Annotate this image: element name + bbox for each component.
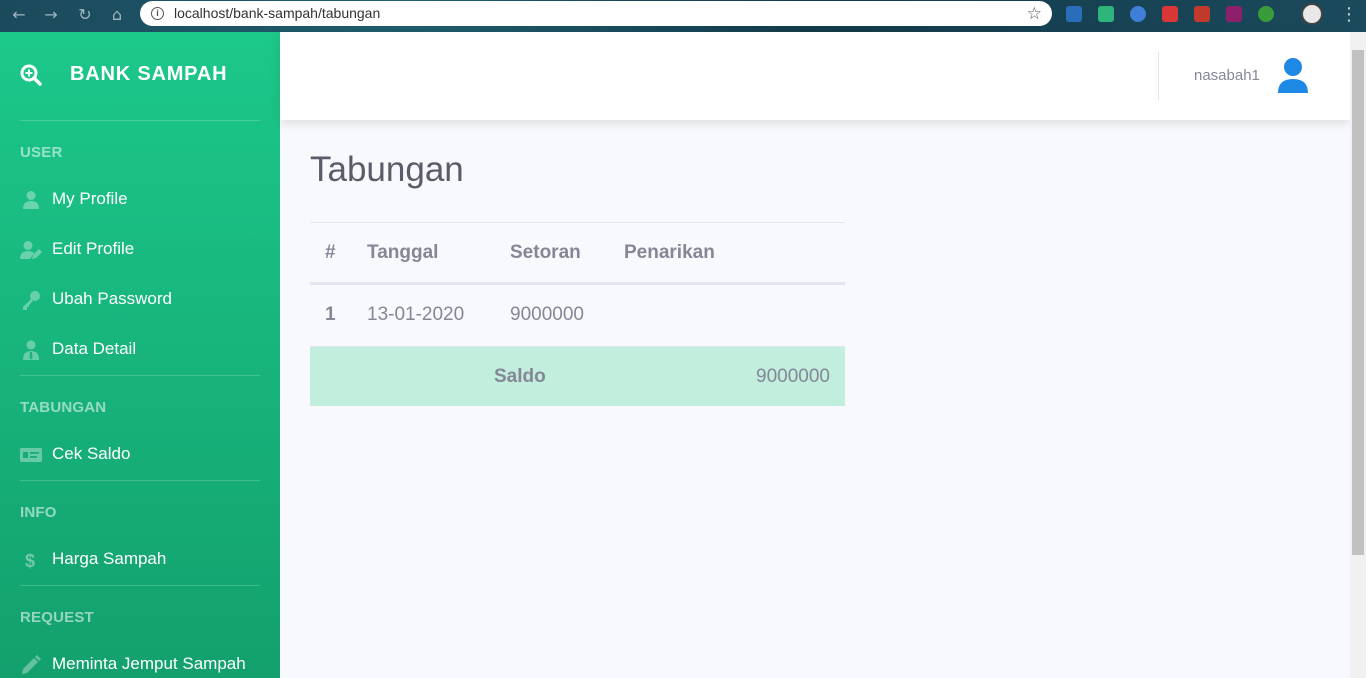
table-row: 1 13-01-2020 9000000 xyxy=(310,284,845,346)
row-number: 1 xyxy=(325,304,336,325)
svg-text:$: $ xyxy=(25,551,35,570)
brand-title: BANK SAMPAH xyxy=(70,63,228,85)
extension-icon[interactable] xyxy=(1194,6,1210,22)
sidebar-item-cek-saldo[interactable]: Cek Saldo xyxy=(0,435,280,475)
sidebar-item-edit-profile[interactable]: Edit Profile xyxy=(0,230,280,270)
browser-toolbar: ← → ↻ ⌂ i localhost/bank-sampah/tabungan… xyxy=(0,0,1366,32)
header-number: # xyxy=(325,242,336,263)
user-tie-icon xyxy=(23,340,39,360)
sidebar-divider xyxy=(20,480,260,481)
forward-icon[interactable]: → xyxy=(40,4,62,26)
extension-icon[interactable] xyxy=(1226,6,1242,22)
search-plus-icon xyxy=(20,64,42,86)
info-icon[interactable]: i xyxy=(151,7,164,20)
browser-menu-icon[interactable]: ⋮ xyxy=(1340,4,1358,26)
address-bar[interactable]: i localhost/bank-sampah/tabungan ☆ xyxy=(140,1,1052,26)
sidebar-divider xyxy=(20,585,260,586)
sidebar-heading-tabungan: TABUNGAN xyxy=(20,399,107,416)
user-edit-icon xyxy=(20,241,42,259)
sidebar-item-label: Data Detail xyxy=(52,339,137,358)
extension-icon[interactable] xyxy=(1130,6,1146,22)
sidebar-heading-info: INFO xyxy=(20,504,57,521)
sidebar-item-label: Harga Sampah xyxy=(52,549,167,568)
sidebar-item-label: Cek Saldo xyxy=(52,444,131,463)
sidebar-item-harga-sampah[interactable]: $ Harga Sampah xyxy=(0,540,280,580)
sidebar-heading-request: REQUEST xyxy=(20,609,94,626)
url-text: localhost/bank-sampah/tabungan xyxy=(174,5,381,21)
tabungan-table: # Tanggal Setoran Penarikan 1 13-01-2020… xyxy=(310,222,845,406)
reload-icon[interactable]: ↻ xyxy=(74,4,96,26)
header-tanggal: Tanggal xyxy=(367,242,439,263)
extension-icon[interactable] xyxy=(1066,6,1082,22)
sidebar-brand[interactable]: BANK SAMPAH xyxy=(0,32,280,120)
sidebar-item-label: Ubah Password xyxy=(52,289,173,308)
table-header-row: # Tanggal Setoran Penarikan xyxy=(310,222,845,284)
scrollbar-thumb[interactable] xyxy=(1352,50,1364,555)
saldo-label: Saldo xyxy=(494,366,546,387)
page-scrollbar[interactable] xyxy=(1350,32,1366,678)
row-setoran: 9000000 xyxy=(510,304,584,325)
sidebar-divider xyxy=(20,375,260,376)
back-icon[interactable]: ← xyxy=(8,4,30,26)
sidebar-heading-user: USER xyxy=(20,144,63,161)
page-title: Tabungan xyxy=(310,150,464,189)
key-icon xyxy=(23,291,40,310)
sidebar-item-label: Meminta Jemput Sampah xyxy=(52,654,246,673)
bookmark-star-icon[interactable]: ☆ xyxy=(1027,1,1042,26)
header-setoran: Setoran xyxy=(510,242,581,263)
home-icon[interactable]: ⌂ xyxy=(106,4,128,26)
pencil-icon xyxy=(22,655,41,674)
user-icon xyxy=(23,191,39,209)
extension-icon[interactable] xyxy=(1098,6,1114,22)
saldo-row: Saldo 9000000 xyxy=(310,346,845,406)
browser-profile-icon[interactable] xyxy=(1301,3,1323,25)
sidebar-item-meminta-jemput-sampah[interactable]: Meminta Jemput Sampah xyxy=(0,645,280,678)
sidebar-item-ubah-password[interactable]: Ubah Password xyxy=(0,280,280,320)
saldo-value: 9000000 xyxy=(756,366,830,387)
sidebar-item-data-detail[interactable]: Data Detail xyxy=(0,330,280,370)
extension-icon[interactable] xyxy=(1258,6,1274,22)
header-penarikan: Penarikan xyxy=(624,242,715,263)
extension-icon[interactable] xyxy=(1162,6,1178,22)
sidebar-item-label: Edit Profile xyxy=(52,239,135,258)
sidebar-item-label: My Profile xyxy=(52,189,128,208)
id-card-icon xyxy=(20,448,42,462)
topbar-divider xyxy=(1158,52,1159,100)
dollar-icon: $ xyxy=(25,551,35,570)
row-tanggal: 13-01-2020 xyxy=(367,304,465,325)
sidebar: BANK SAMPAH USER My Profile Edit Profile… xyxy=(0,32,280,678)
sidebar-item-my-profile[interactable]: My Profile xyxy=(0,180,280,220)
user-avatar-icon[interactable] xyxy=(1276,57,1310,93)
sidebar-divider xyxy=(20,120,260,121)
username-label[interactable]: nasabah1 xyxy=(1194,67,1260,84)
topbar: nasabah1 xyxy=(280,32,1350,120)
